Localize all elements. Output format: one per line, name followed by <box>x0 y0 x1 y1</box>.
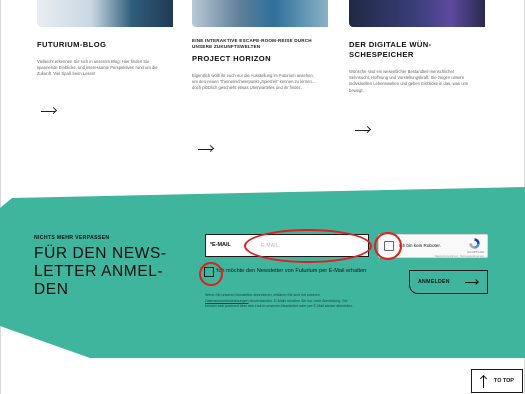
page: FUTURIUM-BLOG Vielleicht erkennen Sie si… <box>0 0 525 394</box>
card-futurium-blog[interactable]: FUTURIUM-BLOG Vielleicht erkennen Sie si… <box>37 0 173 78</box>
consent-text: Ich möchte den Newsletter von Futurium p… <box>217 268 367 274</box>
recaptcha-checkbox[interactable] <box>384 241 394 251</box>
recaptcha-label: Ich bin kein Roboter. <box>399 243 441 248</box>
arrow-right-icon[interactable] <box>355 125 372 134</box>
page-border-left <box>0 0 1 394</box>
recaptcha-logo-icon <box>469 238 480 249</box>
card-teaser: Vielleicht erkennen Sie sich in unserem … <box>37 59 158 77</box>
email-input[interactable] <box>251 237 367 255</box>
privacy-policy-link[interactable]: Datenschutzbestimmungen <box>205 299 249 303</box>
card-project-horizon[interactable]: EINE INTERAKTIVE ESCAPE-ROOM-REISE DURCH… <box>192 0 328 92</box>
card-kicker: EINE INTERAKTIVE ESCAPE-ROOM-REISE DURCH… <box>192 38 312 49</box>
subscribe-button[interactable]: ANMELDEN <box>409 270 488 294</box>
card-image <box>37 0 173 27</box>
required-mark: * <box>216 267 218 272</box>
privacy-disclaimer: Wenn Sie unseren Newsletter abonnieren, … <box>205 293 354 309</box>
card-teaser: Eigentlich wollt ihr euch nur die Ausste… <box>192 73 316 91</box>
arrow-right-icon[interactable] <box>198 144 215 153</box>
card-title: PROJECT HORIZON <box>192 54 271 63</box>
newsletter-consent-label: * Ich möchte den Newsletter von Futurium… <box>216 266 367 277</box>
card-teaser: Wünsche sind ein wesentlicher Bestandtei… <box>349 69 468 93</box>
newsletter-heading: FÜR DEN NEWS-LETTER ANMEL-DEN <box>34 245 167 298</box>
to-top-label: TO TOP <box>494 378 514 384</box>
email-field-label: *E-MAIL <box>210 242 231 248</box>
to-top-button[interactable]: TO TOP <box>471 369 523 393</box>
arrow-right-icon[interactable] <box>41 106 58 115</box>
recaptcha-widget: Ich bin kein Roboter. reCAPTCHA Datensch… <box>378 234 488 258</box>
card-wuenschespeicher[interactable]: DER DIGITALE WÜN-SCHESPEICHER Wünsche si… <box>349 0 485 94</box>
card-title: DER DIGITALE WÜN-SCHESPEICHER <box>349 40 432 59</box>
newsletter-kicker: NICHTS MEHR VERPASSEN <box>34 235 110 241</box>
newsletter-consent-checkbox[interactable] <box>204 267 214 277</box>
recaptcha-terms-link[interactable]: Datenschutzerklärung · Nutzungsbedingung… <box>435 255 484 258</box>
arrow-right-icon <box>465 279 479 285</box>
recaptcha-brand: reCAPTCHA <box>466 250 484 254</box>
card-image <box>349 0 485 27</box>
arrow-up-icon <box>479 374 488 389</box>
email-field[interactable]: *E-MAIL <box>205 234 369 257</box>
card-title: FUTURIUM-BLOG <box>37 40 107 49</box>
card-image <box>192 0 328 27</box>
subscribe-button-label: ANMELDEN <box>418 279 450 285</box>
